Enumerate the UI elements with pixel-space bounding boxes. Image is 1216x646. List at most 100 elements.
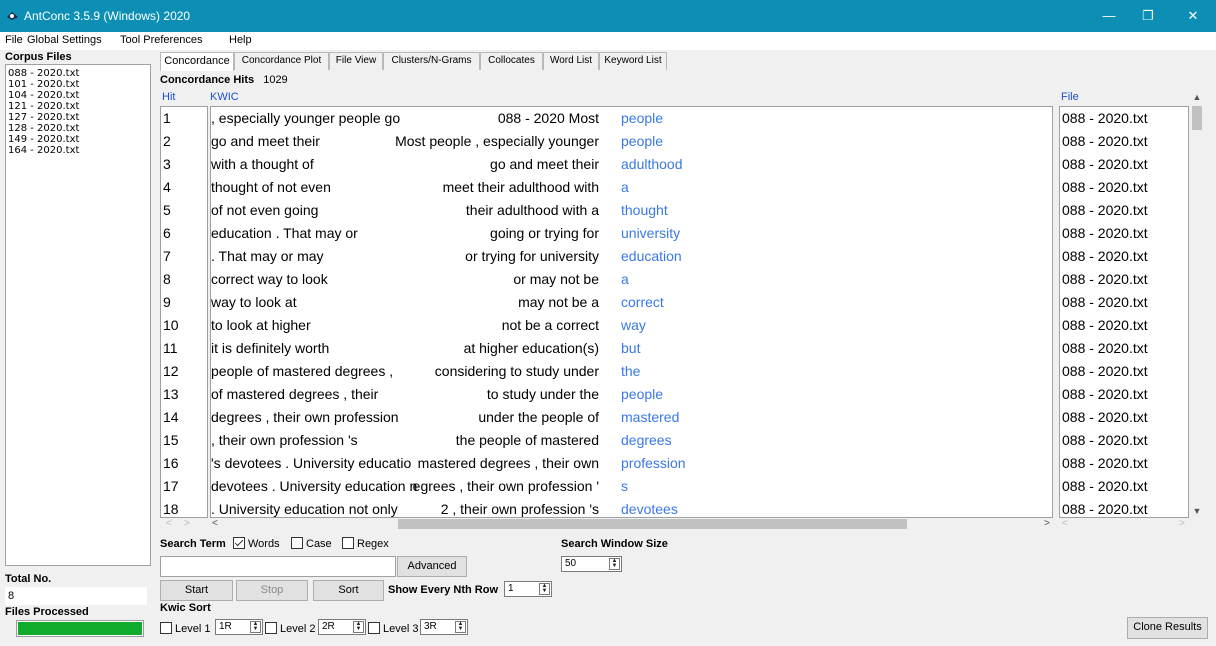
file-name-cell[interactable]: 088 - 2020.txt	[1060, 130, 1188, 153]
menu-help[interactable]: Help	[229, 34, 252, 46]
spinner-arrows-icon[interactable]: ▲ ▼	[609, 558, 620, 570]
search-window-size-spinner[interactable]: 50 ▲ ▼	[561, 556, 622, 572]
kwic-horizontal-scrollbar[interactable]: < >	[210, 518, 1053, 530]
hit-number[interactable]: 13	[161, 383, 207, 406]
tab-concordance-plot[interactable]: Concordance Plot	[234, 52, 329, 70]
file-name-cell[interactable]: 088 - 2020.txt	[1060, 337, 1188, 360]
kwic-list[interactable]: 088 - 2020 Most people, especially younge…	[210, 106, 1053, 518]
regex-checkbox[interactable]	[342, 537, 354, 549]
scroll-right-icon[interactable]: >	[1179, 518, 1185, 529]
kwic-row[interactable]: Most people , especially younger people go…	[211, 130, 1052, 153]
corpus-file-item[interactable]: 121 - 2020.txt	[8, 101, 148, 112]
kwic-row[interactable]: egrees , their own profession ' s devotees…	[211, 475, 1052, 498]
file-name-cell[interactable]: 088 - 2020.txt	[1060, 199, 1188, 222]
level-1-spinner[interactable]: 1R ▲ ▼	[215, 619, 263, 635]
level-3-option[interactable]: Level 3	[368, 622, 418, 635]
corpus-file-item[interactable]: 164 - 2020.txt	[8, 145, 148, 156]
file-name-cell[interactable]: 088 - 2020.txt	[1060, 314, 1188, 337]
hit-number[interactable]: 12	[161, 360, 207, 383]
spinner-arrows-icon[interactable]: ▲ ▼	[539, 583, 550, 595]
file-name-cell[interactable]: 088 - 2020.txt	[1060, 245, 1188, 268]
kwic-keyword[interactable]: thought	[621, 199, 668, 222]
tab-concordance[interactable]: Concordance	[160, 52, 234, 71]
results-vertical-scrollbar[interactable]: ▲ ▼	[1189, 90, 1205, 520]
hit-number[interactable]: 4	[161, 176, 207, 199]
file-name-cell[interactable]: 088 - 2020.txt	[1060, 360, 1188, 383]
nth-row-spinner[interactable]: 1 ▲ ▼	[504, 581, 552, 597]
spinner-arrows-icon[interactable]: ▲ ▼	[250, 621, 261, 633]
hit-number[interactable]: 5	[161, 199, 207, 222]
column-header-hit[interactable]: Hit	[162, 91, 175, 103]
stop-button[interactable]: Stop	[236, 580, 308, 601]
kwic-keyword[interactable]: way	[621, 314, 646, 337]
kwic-row[interactable]: going or trying for university education .…	[211, 222, 1052, 245]
corpus-file-item[interactable]: 149 - 2020.txt	[8, 134, 148, 145]
kwic-row[interactable]: to study under the people of mastered degr…	[211, 383, 1052, 406]
corpus-file-list[interactable]: 088 - 2020.txt 101 - 2020.txt 104 - 2020…	[5, 64, 151, 566]
advanced-button[interactable]: Advanced	[397, 556, 467, 577]
kwic-keyword[interactable]: s	[621, 475, 628, 498]
kwic-row[interactable]: go and meet their adulthood with a thought…	[211, 153, 1052, 176]
corpus-file-item[interactable]: 127 - 2020.txt	[8, 112, 148, 123]
menu-file[interactable]: File	[5, 34, 23, 46]
scroll-down-icon[interactable]: ▼	[1189, 506, 1205, 516]
kwic-row[interactable]: meet their adulthood with a thought of not…	[211, 176, 1052, 199]
hit-number[interactable]: 1	[161, 107, 207, 130]
menu-global-settings[interactable]: Global Settings	[27, 34, 102, 46]
hit-number[interactable]: 7	[161, 245, 207, 268]
case-option[interactable]: Case	[291, 537, 332, 550]
hit-number[interactable]: 17	[161, 475, 207, 498]
hit-number[interactable]: 3	[161, 153, 207, 176]
hit-number[interactable]: 10	[161, 314, 207, 337]
kwic-keyword[interactable]: people	[621, 107, 663, 130]
kwic-keyword[interactable]: adulthood	[621, 153, 683, 176]
restore-button[interactable]: ❐	[1125, 0, 1171, 32]
file-name-cell[interactable]: 088 - 2020.txt	[1060, 406, 1188, 429]
file-name-cell[interactable]: 088 - 2020.txt	[1060, 291, 1188, 314]
kwic-keyword[interactable]: degrees	[621, 429, 672, 452]
hit-number[interactable]: 11	[161, 337, 207, 360]
kwic-row[interactable]: their adulthood with a thought of not even…	[211, 199, 1052, 222]
hit-number[interactable]: 18	[161, 498, 207, 517]
search-term-input[interactable]	[160, 556, 396, 577]
scroll-left-icon[interactable]: <	[212, 518, 218, 529]
kwic-keyword[interactable]: profession	[621, 452, 686, 475]
kwic-row[interactable]: or may not be a correct way to look	[211, 268, 1052, 291]
clone-results-button[interactable]: Clone Results	[1127, 617, 1208, 639]
tab-keyword-list[interactable]: Keyword List	[599, 52, 667, 70]
kwic-keyword[interactable]: devotees	[621, 498, 678, 517]
kwic-keyword[interactable]: a	[621, 268, 629, 291]
tab-word-list[interactable]: Word List	[543, 52, 599, 70]
level-1-option[interactable]: Level 1	[160, 622, 210, 635]
hit-number[interactable]: 8	[161, 268, 207, 291]
level-3-checkbox[interactable]	[368, 622, 380, 634]
corpus-file-item[interactable]: 128 - 2020.txt	[8, 123, 148, 134]
kwic-keyword[interactable]: correct	[621, 291, 664, 314]
file-name-cell[interactable]: 088 - 2020.txt	[1060, 268, 1188, 291]
kwic-row[interactable]: mastered degrees , their own profession's…	[211, 452, 1052, 475]
level-2-spinner[interactable]: 2R ▲ ▼	[318, 619, 366, 635]
hit-number[interactable]: 16	[161, 452, 207, 475]
file-name-cell[interactable]: 088 - 2020.txt	[1060, 383, 1188, 406]
regex-option[interactable]: Regex	[342, 537, 389, 550]
file-name-cell[interactable]: 088 - 2020.txt	[1060, 153, 1188, 176]
kwic-keyword[interactable]: education	[621, 245, 682, 268]
kwic-keyword[interactable]: university	[621, 222, 680, 245]
tab-file-view[interactable]: File View	[329, 52, 383, 70]
spinner-arrows-icon[interactable]: ▲ ▼	[353, 621, 364, 633]
kwic-row[interactable]: may not be a correct way to look at	[211, 291, 1052, 314]
column-header-file[interactable]: File	[1061, 91, 1079, 103]
scroll-left-icon[interactable]: <	[166, 518, 172, 529]
corpus-file-item[interactable]: 088 - 2020.txt	[8, 68, 148, 79]
menu-tool-preferences[interactable]: Tool Preferences	[120, 34, 203, 46]
kwic-keyword[interactable]: people	[621, 130, 663, 153]
kwic-row[interactable]: at higher education(s) but it is definitel…	[211, 337, 1052, 360]
kwic-keyword[interactable]: the	[621, 360, 640, 383]
scroll-left-icon[interactable]: <	[1062, 518, 1068, 529]
tab-clusters-ngrams[interactable]: Clusters/N-Grams	[383, 52, 480, 70]
level-3-spinner[interactable]: 3R ▲ ▼	[420, 619, 468, 635]
file-name-cell[interactable]: 088 - 2020.txt	[1060, 452, 1188, 475]
kwic-row[interactable]: not be a correct way to look at higher	[211, 314, 1052, 337]
kwic-row[interactable]: under the people of mastered degrees , the…	[211, 406, 1052, 429]
hit-number[interactable]: 9	[161, 291, 207, 314]
